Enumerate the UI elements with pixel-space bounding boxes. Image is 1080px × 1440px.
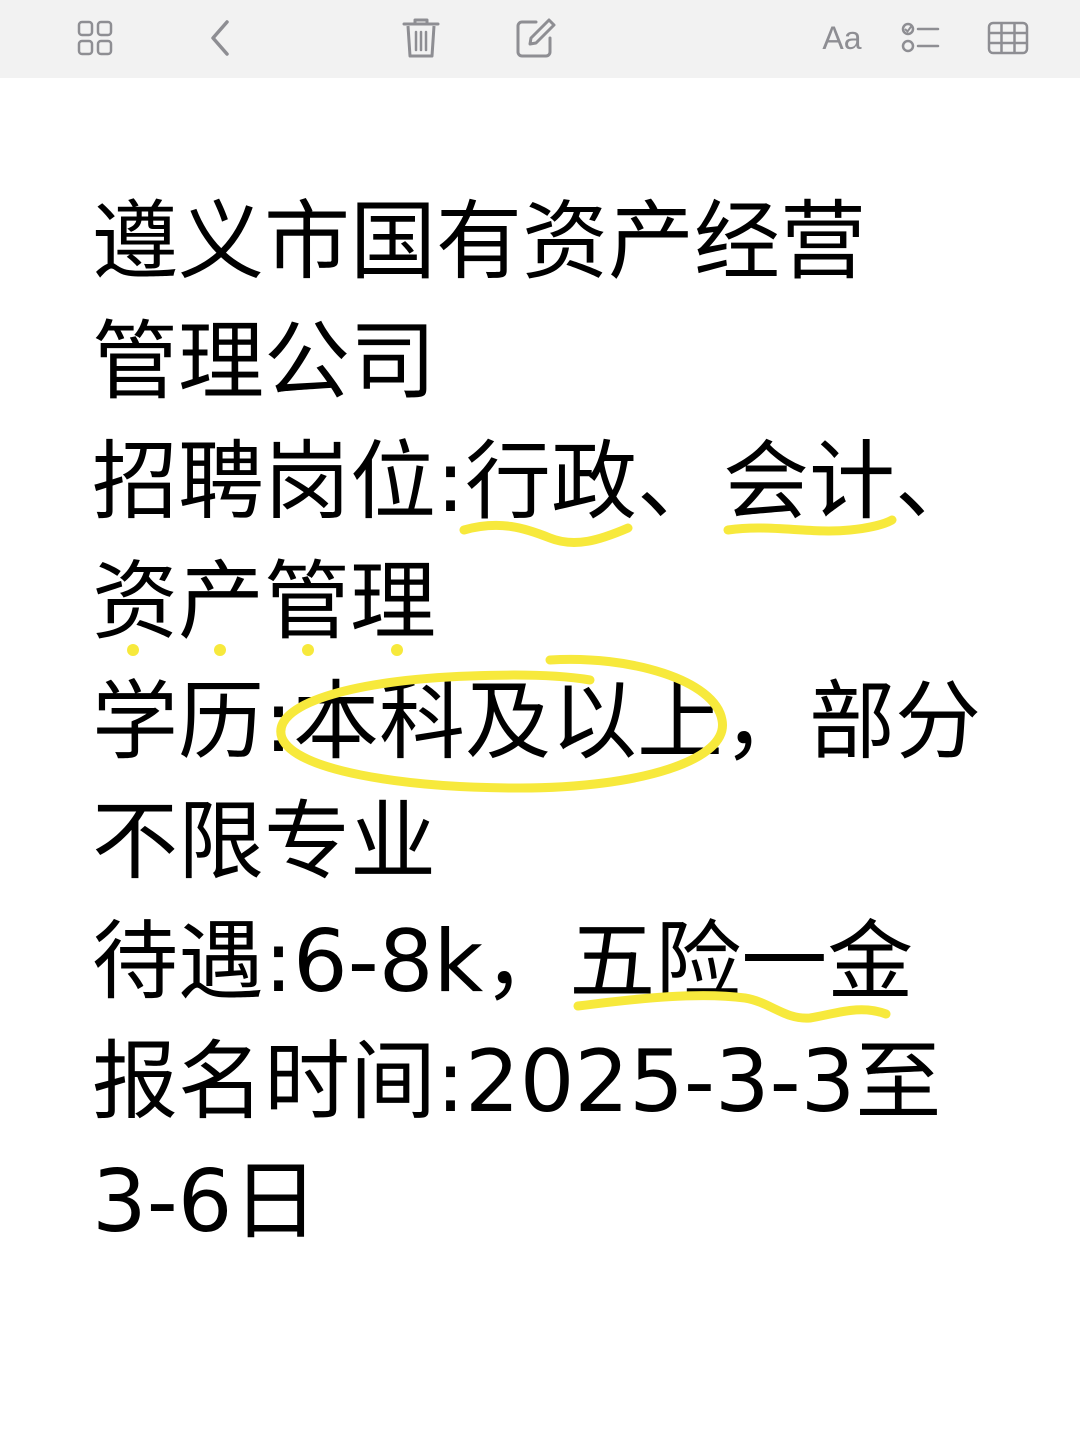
- grid-view-icon[interactable]: [65, 8, 125, 68]
- notes-toolbar: Aa: [0, 0, 1080, 78]
- education-major: 不限专业: [92, 792, 436, 892]
- salary-line: 待遇:6-8k，五险一金: [92, 902, 1032, 1022]
- salary-label: 待遇:: [92, 912, 293, 1012]
- company-name-part-1: 遵义市国有资产经营: [92, 192, 866, 292]
- signup-date-start: 2025-3-3至: [464, 1032, 942, 1132]
- positions-label: 招聘岗位:: [92, 432, 465, 532]
- position-accounting: 会计: [722, 432, 895, 532]
- signup-label: 报名时间:: [92, 1032, 465, 1132]
- position-asset-management: 资产管理: [92, 552, 436, 652]
- text-format-icon[interactable]: Aa: [812, 8, 872, 68]
- signup-line: 报名时间:2025-3-3至: [92, 1022, 1032, 1142]
- chevron-left-icon[interactable]: [190, 8, 250, 68]
- compose-icon[interactable]: [506, 8, 566, 68]
- note-body[interactable]: 遵义市国有资产经营 管理公司 招聘岗位:行政、会计、 资产管理 学历:本科及以上…: [92, 182, 1032, 1262]
- education-line-2: 不限专业: [92, 782, 1032, 902]
- salary-value: 6-8k，: [292, 912, 570, 1012]
- education-line: 学历:本科及以上，部分: [92, 662, 1032, 782]
- position-admin: 行政: [464, 432, 637, 532]
- checklist-icon[interactable]: [891, 8, 951, 68]
- company-name-part-2: 管理公司: [92, 312, 436, 412]
- education-value: 本科及以上: [292, 672, 723, 772]
- education-rest: ，部分: [722, 672, 981, 772]
- signup-line-2: 3-6日: [92, 1142, 1032, 1262]
- table-icon[interactable]: [978, 8, 1038, 68]
- format-label: Aa: [822, 19, 862, 56]
- note-title-line-1: 遵义市国有资产经营: [92, 182, 1032, 302]
- positions-line: 招聘岗位:行政、会计、: [92, 422, 1032, 542]
- separator: 、: [894, 432, 981, 532]
- trash-icon[interactable]: [391, 8, 451, 68]
- note-title-line-2: 管理公司: [92, 302, 1032, 422]
- separator: 、: [636, 432, 723, 532]
- signup-date-end: 3-6日: [92, 1152, 319, 1252]
- education-label: 学历:: [92, 672, 293, 772]
- salary-benefits: 五险一金: [569, 912, 914, 1012]
- positions-line-2: 资产管理: [92, 542, 1032, 662]
